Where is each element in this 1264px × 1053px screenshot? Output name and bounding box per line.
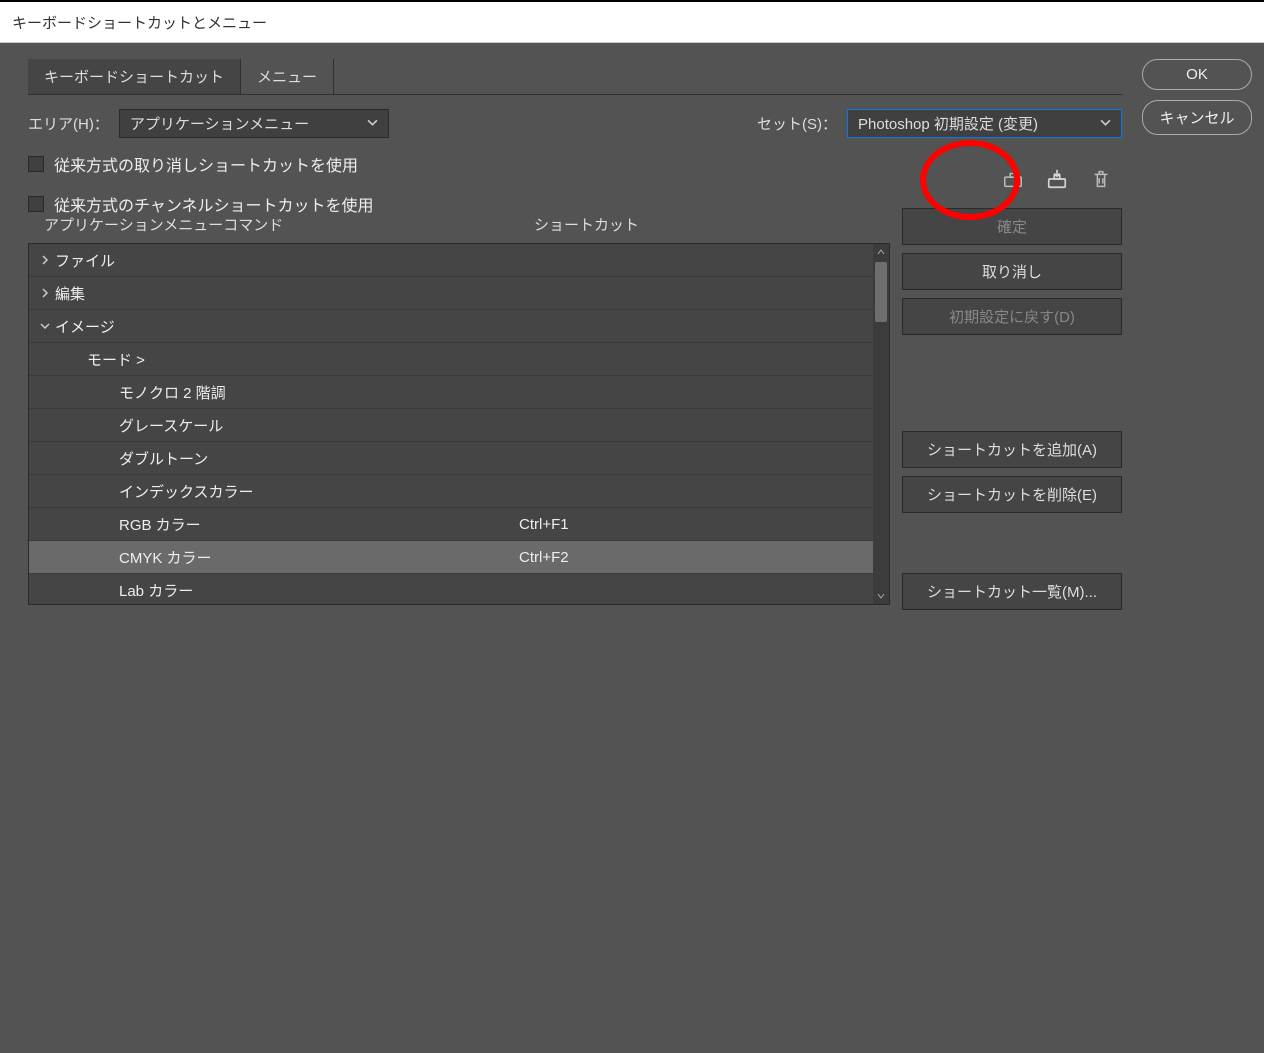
tree-row[interactable]: 編集 (29, 277, 889, 310)
tree-row[interactable]: CMYK カラー Ctrl+F2 (29, 541, 889, 574)
tree-row-label: 編集 (55, 283, 85, 304)
tree-row[interactable]: インデックスカラー (29, 475, 889, 508)
tree-row-label: モノクロ 2 階調 (119, 382, 226, 403)
tree-row-label: Lab カラー (119, 580, 193, 601)
tree-row[interactable]: グレースケール (29, 409, 889, 442)
set-select[interactable]: Photoshop 初期設定 (変更) (847, 109, 1122, 138)
undo-button[interactable]: 取り消し (902, 253, 1122, 290)
add-shortcut-button[interactable]: ショートカットを追加(A) (902, 431, 1122, 468)
area-label: エリア(H)： (28, 113, 109, 134)
tree-row-label: RGB カラー (119, 514, 201, 535)
new-set-icon (1002, 168, 1024, 190)
tree-row-label: モード > (87, 349, 145, 370)
accept-button[interactable]: 確定 (902, 208, 1122, 245)
tree-row[interactable]: モノクロ 2 階調 (29, 376, 889, 409)
save-set-icon (1046, 168, 1068, 190)
scroll-down-icon[interactable] (873, 588, 889, 604)
chevron-down-icon (1100, 115, 1111, 132)
area-value: アプリケーションメニュー (130, 113, 309, 134)
tree-row-label: ダブルトーン (119, 448, 208, 469)
tree-row[interactable]: Lab カラー (29, 574, 889, 605)
tab-menus[interactable]: メニュー (241, 59, 334, 94)
legacy-undo-checkbox[interactable] (28, 156, 44, 172)
trash-icon (1090, 168, 1112, 190)
save-set-button[interactable] (1046, 168, 1068, 190)
command-tree: ファイル編集イメージモード > モノクロ 2 階調グレースケールダブルトーンインデ… (28, 243, 890, 605)
tree-row-shortcut: Ctrl+F1 (519, 516, 569, 533)
default-button[interactable]: 初期設定に戻す(D) (902, 298, 1122, 335)
close-button[interactable] (1232, 7, 1252, 38)
tab-shortcuts[interactable]: キーボードショートカット (28, 59, 241, 94)
set-value: Photoshop 初期設定 (変更) (858, 113, 1038, 134)
tab-bar: キーボードショートカット メニュー (28, 59, 1122, 95)
twisty-right-icon[interactable] (35, 255, 55, 265)
chevron-down-icon (367, 115, 378, 132)
ok-button[interactable]: OK (1142, 59, 1252, 90)
tree-row-label: インデックスカラー (119, 481, 254, 502)
summary-button[interactable]: ショートカット一覧(M)... (902, 573, 1122, 610)
tree-row-label: ファイル (55, 250, 115, 271)
tree-row[interactable]: ファイル (29, 244, 889, 277)
tree-row[interactable]: イメージ (29, 310, 889, 343)
scroll-up-icon[interactable] (873, 244, 889, 260)
new-set-button[interactable] (1002, 168, 1024, 190)
tree-row-label: グレースケール (119, 415, 223, 436)
tree-row[interactable]: RGB カラー Ctrl+F1 (29, 508, 889, 541)
tree-row-label: イメージ (55, 316, 115, 337)
header-command: アプリケーションメニューコマンド (44, 214, 534, 235)
tree-row[interactable]: ダブルトーン (29, 442, 889, 475)
delete-set-button[interactable] (1090, 168, 1112, 190)
twisty-right-icon[interactable] (35, 288, 55, 298)
tree-row-label: CMYK カラー (119, 547, 212, 568)
window-title: キーボードショートカットとメニュー (12, 12, 267, 33)
title-bar: キーボードショートカットとメニュー (0, 0, 1264, 43)
cancel-button[interactable]: キャンセル (1142, 100, 1252, 135)
set-label: セット(S)： (757, 113, 837, 134)
scrollbar[interactable] (873, 244, 889, 604)
scroll-thumb[interactable] (875, 262, 887, 322)
twisty-down-icon[interactable] (35, 321, 55, 331)
tree-row[interactable]: モード > (29, 343, 889, 376)
header-shortcut: ショートカット (534, 214, 639, 235)
legacy-undo-label: 従来方式の取り消しショートカットを使用 (54, 152, 358, 176)
tree-row-shortcut: Ctrl+F2 (519, 549, 569, 566)
area-select[interactable]: アプリケーションメニュー (119, 109, 389, 138)
delete-shortcut-button[interactable]: ショートカットを削除(E) (902, 476, 1122, 513)
